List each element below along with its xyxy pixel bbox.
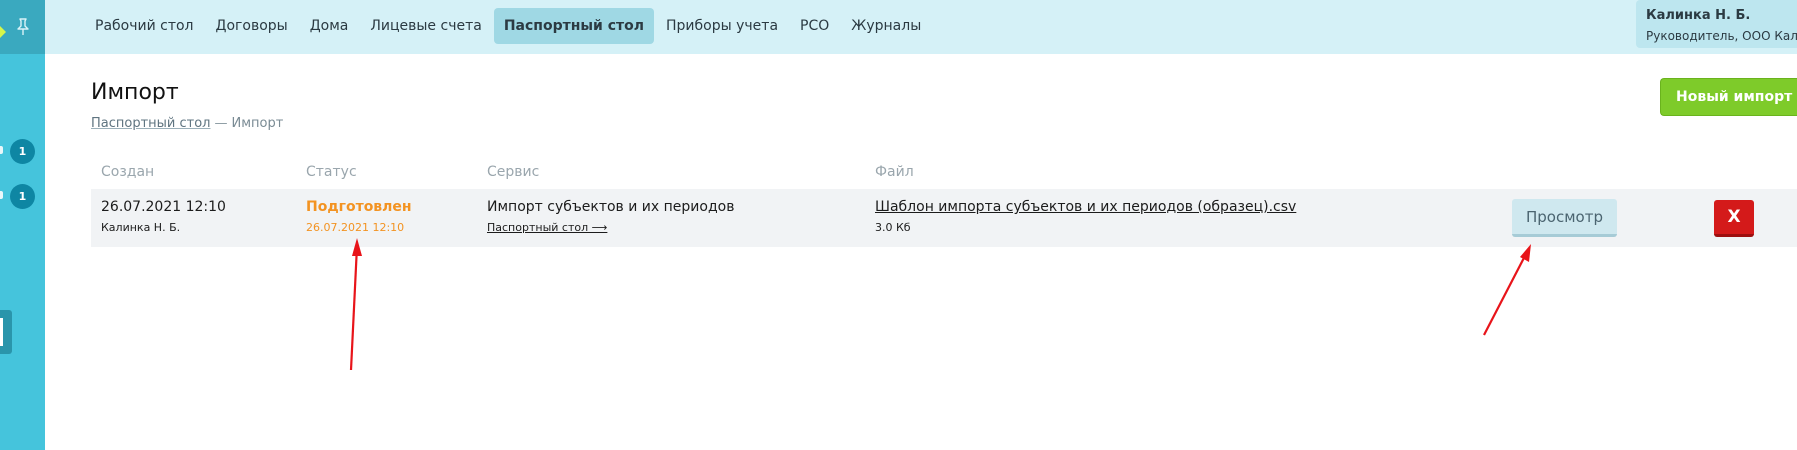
nav-item-desktop[interactable]: Рабочий стол: [85, 8, 204, 44]
sidebar-accent-mark: [0, 26, 6, 38]
service-cell: Импорт субъектов и их периодов Паспортны…: [487, 199, 734, 234]
breadcrumb-current: Импорт: [231, 116, 284, 131]
annotation-arrow-view: [1483, 244, 1531, 336]
user-menu[interactable]: Калинка Н. Б. Руководитель, ООО Калин: [1636, 0, 1797, 48]
file-cell: Шаблон импорта субъектов и их периодов (…: [875, 199, 1296, 234]
nav-item-contracts[interactable]: Договоры: [206, 8, 298, 44]
service-name: Импорт субъектов и их периодов: [487, 199, 735, 215]
sidebar-edge-mark: [0, 191, 3, 199]
view-button[interactable]: Просмотр: [1512, 199, 1617, 237]
nav-item-accounts[interactable]: Лицевые счета: [360, 8, 491, 44]
user-name: Калинка Н. Б.: [1646, 8, 1751, 23]
annotation-arrow-status: [349, 238, 362, 371]
service-link[interactable]: Паспортный стол ⟶: [487, 221, 734, 234]
column-header-file: Файл: [875, 164, 914, 180]
column-header-status: Статус: [306, 164, 357, 180]
pin-icon: [16, 18, 29, 35]
nav-item-rso[interactable]: РСО: [790, 8, 839, 44]
breadcrumb-link-passport-office[interactable]: Паспортный стол: [91, 116, 211, 131]
status-date: 26.07.2021 12:10: [306, 221, 405, 234]
left-sidebar: 1 1: [0, 0, 45, 450]
sidebar-edge-mark: [0, 146, 3, 154]
file-size: 3.0 Кб: [875, 221, 911, 234]
file-link[interactable]: Шаблон импорта субъектов и их периодов (…: [875, 199, 1296, 215]
created-date: 26.07.2021 12:10: [101, 199, 226, 215]
pin-button[interactable]: [0, 0, 45, 54]
nav-item-meters[interactable]: Приборы учета: [656, 8, 788, 44]
top-navigation: Рабочий стол Договоры Дома Лицевые счета…: [45, 0, 1797, 54]
status-cell: Подготовлен 26.07.2021 12:10: [306, 199, 412, 234]
status-label: Подготовлен: [306, 199, 412, 215]
delete-button[interactable]: X: [1714, 200, 1754, 237]
nav-item-houses[interactable]: Дома: [300, 8, 359, 44]
created-cell: 26.07.2021 12:10 Калинка Н. Б.: [101, 199, 226, 234]
user-role: Руководитель, ООО Калин: [1646, 29, 1797, 43]
created-by: Калинка Н. Б.: [101, 221, 181, 234]
column-header-service: Сервис: [487, 164, 540, 180]
main-nav: Рабочий стол Договоры Дома Лицевые счета…: [85, 8, 933, 44]
new-import-button[interactable]: Новый импорт: [1660, 78, 1797, 116]
page-title: Импорт: [91, 80, 179, 105]
sidebar-badge[interactable]: 1: [10, 184, 35, 209]
nav-item-journals[interactable]: Журналы: [841, 8, 931, 44]
column-header-created: Создан: [101, 164, 155, 180]
sidebar-badge[interactable]: 1: [10, 139, 35, 164]
breadcrumb-separator: —: [214, 116, 228, 131]
breadcrumb: Паспортный стол — Импорт: [91, 116, 283, 131]
sidebar-selected-indicator: [0, 318, 3, 346]
nav-item-passport-office[interactable]: Паспортный стол: [493, 8, 655, 44]
